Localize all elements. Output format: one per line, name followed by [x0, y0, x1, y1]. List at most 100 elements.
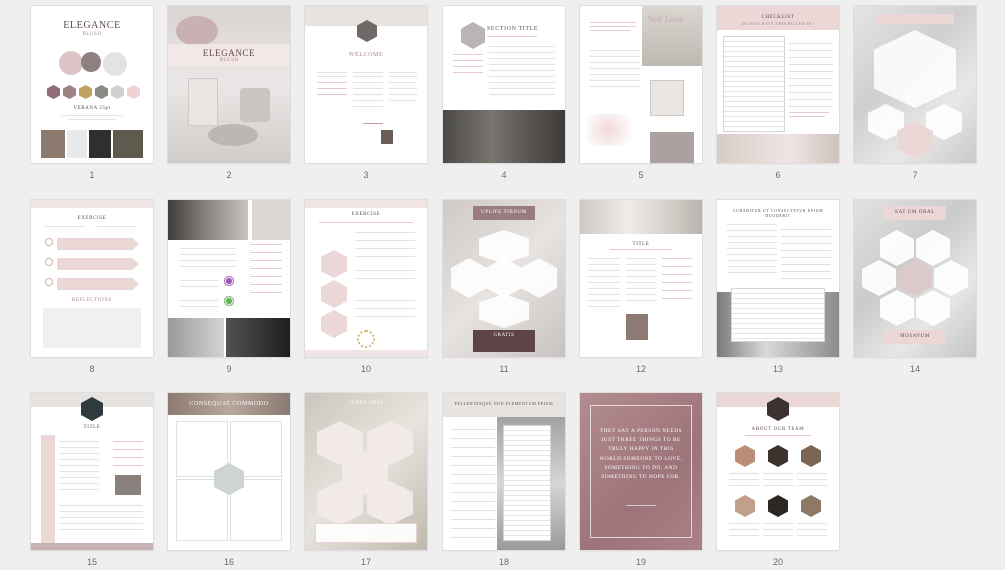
photo — [115, 475, 141, 495]
page-15-title: TITLE — [83, 425, 101, 430]
page-number: 3 — [363, 170, 369, 180]
swatch-hex — [79, 85, 92, 99]
checklist — [781, 224, 831, 280]
desk-photo — [580, 200, 702, 234]
icon-circle — [45, 258, 53, 266]
page-thumbnail-8[interactable]: EXERCISE REFLECTIONS — [31, 200, 153, 357]
page-5-title: Self Love — [648, 14, 684, 24]
quote-text: THEY SAY A PERSON NEEDS JUST THREE THING… — [599, 428, 683, 481]
team-photo — [801, 495, 821, 517]
icon-circle — [45, 238, 53, 246]
reflection-box — [43, 308, 141, 348]
signature — [363, 120, 383, 124]
page-thumbnail-20[interactable]: ABOUT OUR TEAM — [717, 393, 839, 550]
page-10-title: EXERCISE — [351, 212, 381, 217]
page-thumbnail-4[interactable]: SECTION TITLE — [443, 6, 565, 163]
page-thumbnail-1[interactable]: ELEGANCE BLUSH VERANA 25pt — [31, 6, 153, 163]
page-8-title: EXERCISE — [77, 216, 107, 221]
woman-photo — [226, 318, 290, 357]
page-number: 9 — [226, 364, 232, 374]
team-photo — [768, 495, 788, 517]
frame-photo — [650, 80, 684, 116]
footer-band — [305, 350, 427, 357]
page-number: 14 — [909, 364, 920, 374]
coffee-photo — [717, 134, 839, 163]
page-6-subtitle: DO YOU HAVE THIS BILLED IN? — [741, 21, 815, 26]
swatch-hex — [127, 85, 140, 99]
beach-photo — [168, 200, 248, 240]
header-band — [31, 200, 153, 208]
mug-photo — [188, 78, 218, 126]
page-thumbnail-2[interactable]: ELEGANCE BLUSH — [168, 6, 290, 163]
page-thumbnail-13[interactable]: CURABITUR UT CONSECTETUR EPIUM DUODERIT — [717, 200, 839, 357]
exercise-hex — [321, 280, 347, 308]
page-number: 1 — [89, 170, 95, 180]
page-11-title: UPLIFE TIBNUM — [481, 210, 527, 215]
footer-band — [31, 543, 153, 550]
page-thumbnail-18[interactable]: PELLENTESQUE NON ELEMENTUM EPIUM — [443, 393, 565, 550]
gold-mandala — [357, 330, 375, 348]
page-number: 7 — [912, 170, 918, 180]
page-2-title: ELEGANCE — [202, 48, 256, 58]
page-number: 2 — [226, 170, 232, 180]
page-11-subtitle: GRATIS — [493, 333, 515, 338]
icon-circle — [45, 278, 53, 286]
page-1-title: ELEGANCE — [63, 20, 121, 31]
page-number: 15 — [86, 557, 97, 567]
sidebar-panel — [41, 435, 55, 543]
page-thumbnail-3[interactable]: WELCOME — [305, 6, 427, 163]
section-hex — [461, 22, 485, 49]
page-thumbnail-6[interactable]: CHECKLIST DO YOU HAVE THIS BILLED IN? — [717, 6, 839, 163]
page-number: 13 — [772, 364, 783, 374]
lamp-photo — [240, 88, 270, 122]
page-thumbnail-7[interactable] — [854, 6, 976, 163]
page-thumbnail-5[interactable]: Self Love — [580, 6, 702, 163]
plate-photo — [208, 124, 258, 146]
page-18-title: PELLENTESQUE NON ELEMENTUM EPIUM — [454, 401, 554, 406]
header-band — [876, 14, 954, 24]
portrait-photo — [252, 200, 290, 240]
street-photo — [443, 110, 565, 163]
exercise-hex — [321, 310, 347, 338]
page-thumbnail-12[interactable]: TITLE — [580, 200, 702, 357]
arrow-band — [57, 258, 139, 270]
photo — [67, 130, 87, 158]
page-13-title: CURABITUR UT CONSECTETUR EPIUM DUODERIT — [732, 208, 824, 218]
page-14-title: EAT UM ORAL — [895, 210, 935, 215]
swatch-circle — [81, 52, 101, 72]
page-number: 17 — [360, 557, 371, 567]
lined-notepad — [723, 36, 785, 132]
page-thumbnail-14[interactable]: EAT UM ORAL MOSAYUM — [854, 200, 976, 357]
photo — [381, 130, 393, 144]
page-6-title: CHECKLIST — [761, 15, 795, 20]
swatch-hex — [63, 85, 76, 99]
page-thumbnail-15[interactable]: TITLE — [31, 393, 153, 550]
crowd-photo — [168, 318, 224, 357]
team-photo — [801, 445, 821, 467]
page-thumbnail-11[interactable]: UPLIFE TIBNUM GRATIS — [443, 200, 565, 357]
arrow-band — [57, 238, 139, 250]
page-12-title: TITLE — [632, 242, 650, 247]
page-number: 11 — [499, 364, 509, 374]
page-thumbnail-19[interactable]: THEY SAY A PERSON NEEDS JUST THREE THING… — [580, 393, 702, 550]
page-14-subtitle: MOSAYUM — [900, 334, 930, 339]
portrait-photo — [626, 314, 648, 340]
page-thumbnail-17[interactable]: JUSTO ORCI — [305, 393, 427, 550]
page-number: 10 — [360, 364, 371, 374]
page-number: 6 — [775, 170, 781, 180]
page-1-subtitle: BLUSH — [82, 32, 102, 37]
mandala-purple — [222, 274, 236, 288]
swatch-hex — [47, 85, 60, 99]
exercise-hex — [321, 250, 347, 278]
page-thumbnail-9[interactable] — [168, 200, 290, 357]
header-band — [305, 200, 427, 208]
floral-photo — [586, 114, 642, 146]
page-16-title: CONSEQUAT COMMODO — [189, 401, 269, 407]
swatch-circle — [59, 51, 83, 75]
page-number: 4 — [501, 170, 507, 180]
swatch-circle — [103, 52, 127, 76]
page-thumbnail-16[interactable]: CONSEQUAT COMMODO — [168, 393, 290, 550]
page-thumbnail-10[interactable]: EXERCISE — [305, 200, 427, 357]
checklist — [789, 38, 833, 108]
page-8-subtitle: REFLECTIONS — [72, 298, 112, 303]
